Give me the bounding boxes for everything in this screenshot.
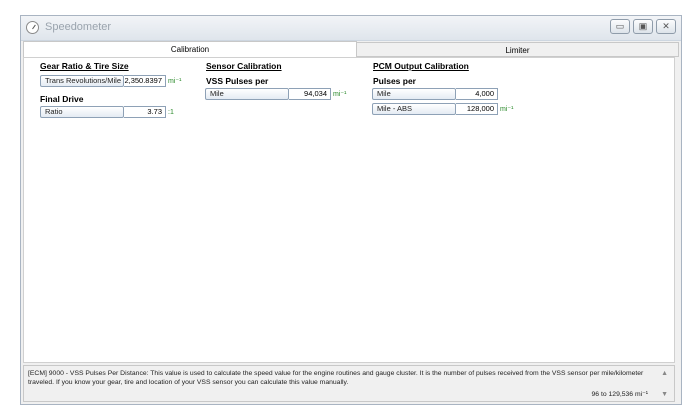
pcm-abs-unit: mi⁻¹ (500, 106, 514, 113)
tab-strip: Calibration Limiter (23, 40, 679, 57)
close-icon: ✕ (662, 21, 670, 31)
sensor-calibration-header: Sensor Calibration (206, 61, 282, 71)
vss-mile-label: Mile (205, 88, 289, 100)
ratio-input[interactable]: 3.73 (124, 106, 166, 118)
maximize-button[interactable]: ▣ (633, 19, 653, 34)
pcm-abs-field: Mile - ABS 128,000 mi⁻¹ (372, 103, 513, 115)
title-bar: Speedometer ▭ ▣ ✕ (21, 16, 681, 41)
pcm-abs-input[interactable]: 128,000 (456, 103, 498, 115)
maximize-icon: ▣ (638, 21, 648, 31)
calibration-panel: Gear Ratio & Tire Size Trans Revolutions… (23, 57, 675, 363)
trans-revolutions-field: Trans Revolutions/Mile 2,350.8397 mi⁻¹ (40, 75, 181, 87)
help-info-box: [ECM] 9000 - VSS Pulses Per Distance: Th… (23, 365, 675, 402)
trans-revolutions-label: Trans Revolutions/Mile (40, 75, 124, 87)
vss-pulses-title: VSS Pulses per (206, 76, 269, 86)
pcm-mile-input[interactable]: 4,000 (456, 88, 498, 100)
ratio-label: Ratio (40, 106, 124, 118)
window-controls: ▭ ▣ ✕ (610, 19, 676, 34)
scroll-down-icon[interactable]: ▼ (661, 391, 668, 398)
pcm-mile-label: Mile (372, 88, 456, 100)
vss-mile-input[interactable]: 94,034 (289, 88, 331, 100)
vss-mile-unit: mi⁻¹ (333, 91, 347, 98)
minimize-icon: ▭ (615, 21, 625, 31)
help-text: [ECM] 9000 - VSS Pulses Per Distance: Th… (28, 370, 644, 386)
value-range: 96 to 129,536 mi⁻¹ (591, 391, 649, 398)
speedometer-icon (26, 21, 39, 34)
pcm-mile-field: Mile 4,000 (372, 88, 498, 100)
trans-revolutions-input[interactable]: 2,350.8397 (124, 75, 166, 87)
vss-mile-field: Mile 94,034 mi⁻¹ (205, 88, 346, 100)
window-title: Speedometer (45, 21, 112, 33)
scroll-up-icon[interactable]: ▲ (661, 370, 668, 377)
close-button[interactable]: ✕ (656, 19, 676, 34)
final-drive-title: Final Drive (40, 94, 84, 104)
ratio-field: Ratio 3.73 :1 (40, 106, 174, 118)
speedometer-window: Speedometer ▭ ▣ ✕ Calibration Limiter Ge… (20, 15, 682, 405)
tab-calibration[interactable]: Calibration (23, 41, 357, 57)
pcm-output-header: PCM Output Calibration (373, 61, 469, 71)
trans-revolutions-unit: mi⁻¹ (168, 78, 182, 85)
pcm-abs-label: Mile - ABS (372, 103, 456, 115)
ratio-unit: :1 (168, 108, 174, 116)
pcm-pulses-title: Pulses per (373, 76, 416, 86)
tab-limiter[interactable]: Limiter (357, 42, 679, 57)
minimize-button[interactable]: ▭ (610, 19, 630, 34)
gear-ratio-header: Gear Ratio & Tire Size (40, 61, 129, 71)
